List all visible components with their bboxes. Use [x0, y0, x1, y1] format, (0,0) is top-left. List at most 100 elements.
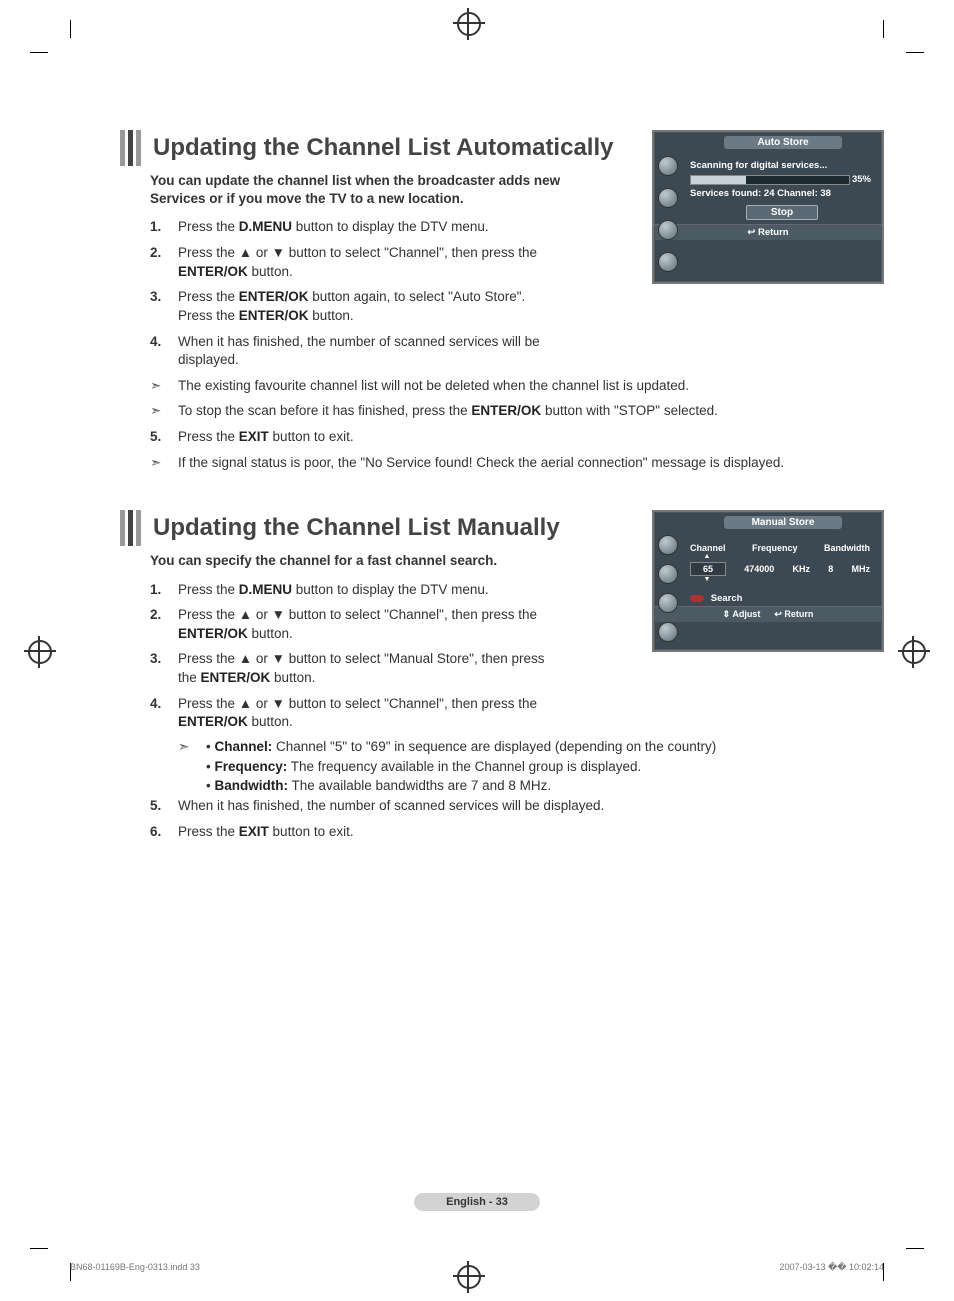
osd-stop-button[interactable]: Stop — [746, 205, 818, 220]
step-item: 3. Press the ▲ or ▼ button to select "Ma… — [150, 650, 550, 687]
step-list: 5. When it has finished, the number of s… — [150, 797, 884, 841]
note-text: If the signal status is poor, the "No Se… — [178, 454, 884, 473]
step-item: 1. Press the D.MENU button to display th… — [150, 218, 550, 237]
step-number: 4. — [150, 695, 178, 732]
osd-progress-fill — [691, 176, 746, 184]
crop-mark-icon — [883, 20, 884, 38]
step-item: 5. Press the EXIT button to exit. — [150, 428, 884, 447]
osd-search-label[interactable]: Search — [711, 593, 743, 604]
step-item: 3. Press the ENTER/OK button again, to s… — [150, 288, 550, 325]
section-intro: You can update the channel list when the… — [150, 172, 580, 208]
osd-search-row: Search — [690, 583, 874, 606]
note-marker-icon — [178, 739, 206, 755]
sub-bullet-item: • Channel: Channel "5" to "69" in sequen… — [178, 739, 884, 755]
osd-value-row: 65 474000 KHz 8 MHz — [690, 562, 870, 576]
step-number: 3. — [150, 650, 178, 687]
up-arrow-icon: ▲ — [690, 555, 724, 560]
osd-return-hint: ↩ Return — [654, 224, 882, 240]
section-title-text: Updating the Channel List Manually — [153, 510, 560, 546]
step-item: 4. When it has finished, the number of s… — [150, 333, 550, 370]
osd-col-frequency: Frequency — [752, 543, 798, 553]
registration-mark-icon — [902, 640, 926, 664]
step-text: Press the ▲ or ▼ button to select "Chann… — [178, 695, 550, 732]
osd-menu-icon — [658, 156, 678, 176]
step-text: Press the ENTER/OK button again, to sele… — [178, 288, 550, 325]
osd-red-button-icon — [690, 595, 704, 602]
step-item: 2. Press the ▲ or ▼ button to select "Ch… — [150, 244, 550, 281]
osd-footer-hints: ⇕ Adjust ↩ Return — [654, 606, 882, 622]
step-item: 2. Press the ▲ or ▼ button to select "Ch… — [150, 606, 550, 643]
step-text: Press the D.MENU button to display the D… — [178, 581, 550, 600]
osd-status-text: Scanning for digital services... — [690, 160, 874, 171]
imprint-filename: BN68-01169B-Eng-0313.indd 33 — [70, 1262, 200, 1273]
osd-col-bandwidth: Bandwidth — [824, 543, 870, 553]
note-item: If the signal status is poor, the "No Se… — [150, 454, 884, 473]
step-text: Press the ▲ or ▼ button to select "Chann… — [178, 606, 550, 643]
note-text: To stop the scan before it has finished,… — [178, 402, 884, 421]
imprint-line: BN68-01169B-Eng-0313.indd 33 2007-03-13 … — [70, 1262, 884, 1273]
osd-menu-icon — [658, 188, 678, 208]
page-number-pill: English - 33 — [414, 1193, 540, 1211]
crop-mark-icon — [70, 20, 71, 38]
step-number: 1. — [150, 581, 178, 600]
osd-side-icons — [658, 150, 682, 278]
osd-menu-icon — [658, 220, 678, 240]
section-auto-update: Updating the Channel List Automatically … — [120, 130, 884, 472]
osd-progress-percent: 35% — [852, 174, 871, 185]
step-number: 5. — [150, 797, 178, 816]
bullet-text: • Channel: Channel "5" to "69" in sequen… — [206, 739, 716, 755]
osd-menu-icon — [658, 564, 678, 584]
step-number: 2. — [150, 244, 178, 281]
step-item: 6. Press the EXIT button to exit. — [150, 823, 884, 842]
step-text: Press the ▲ or ▼ button to select "Chann… — [178, 244, 550, 281]
osd-title: Manual Store — [724, 516, 842, 529]
step-number: 1. — [150, 218, 178, 237]
section-title-text: Updating the Channel List Automatically — [153, 130, 613, 166]
step-text: When it has finished, the number of scan… — [178, 333, 550, 370]
section-intro: You can specify the channel for a fast c… — [150, 552, 580, 570]
crop-mark-icon — [30, 1248, 48, 1249]
registration-mark-icon — [28, 640, 52, 664]
registration-mark-icon — [457, 12, 481, 36]
osd-channel-value[interactable]: 65 — [690, 562, 726, 576]
heading-accent-icon — [120, 130, 141, 166]
crop-mark-icon — [906, 52, 924, 53]
note-marker-icon — [150, 402, 178, 421]
note-item: To stop the scan before it has finished,… — [150, 402, 884, 421]
osd-column-headers: Channel Frequency Bandwidth — [690, 543, 870, 553]
step-text: When it has finished, the number of scan… — [178, 797, 884, 816]
osd-adjust-hint: ⇕ Adjust — [723, 609, 761, 620]
crop-mark-icon — [30, 52, 48, 53]
osd-menu-icon — [658, 535, 678, 555]
step-text: Press the EXIT button to exit. — [178, 823, 884, 842]
note-text: The existing favourite channel list will… — [178, 377, 884, 396]
step-text: Press the ▲ or ▼ button to select "Manua… — [178, 650, 550, 687]
osd-mhz-label: MHz — [852, 564, 871, 574]
osd-manual-store: Manual Store Channel Frequency Bandwidth… — [652, 510, 884, 652]
step-number: 3. — [150, 288, 178, 325]
osd-menu-icon — [658, 593, 678, 613]
note-marker-icon — [150, 454, 178, 473]
osd-progress-bar: 35% — [690, 175, 850, 185]
step-number: 6. — [150, 823, 178, 842]
osd-bw-value: 8 — [828, 564, 833, 574]
sub-bullet-item: • Bandwidth: The available bandwidths ar… — [206, 778, 884, 793]
manual-page: Updating the Channel List Automatically … — [0, 0, 954, 1301]
osd-auto-store: Auto Store Scanning for digital services… — [652, 130, 884, 284]
osd-col-channel: Channel — [690, 543, 726, 553]
osd-freq-value: 474000 — [744, 564, 774, 574]
step-item: 4. Press the ▲ or ▼ button to select "Ch… — [150, 695, 550, 732]
osd-side-icons — [658, 530, 682, 646]
osd-khz-label: KHz — [793, 564, 811, 574]
osd-return-hint: ↩ Return — [774, 609, 813, 620]
step-item: 1. Press the D.MENU button to display th… — [150, 581, 550, 600]
section-manual-update: Updating the Channel List Manually Manua… — [120, 510, 884, 841]
sub-bullet-item: • Frequency: The frequency available in … — [206, 759, 884, 774]
osd-title: Auto Store — [724, 136, 842, 149]
osd-menu-icon — [658, 622, 678, 642]
osd-menu-icon — [658, 252, 678, 272]
note-marker-icon — [150, 377, 178, 396]
imprint-timestamp: 2007-03-13 �� 10:02:14 — [779, 1262, 884, 1273]
crop-mark-icon — [906, 1248, 924, 1249]
sub-bullet-list: • Channel: Channel "5" to "69" in sequen… — [178, 739, 884, 793]
